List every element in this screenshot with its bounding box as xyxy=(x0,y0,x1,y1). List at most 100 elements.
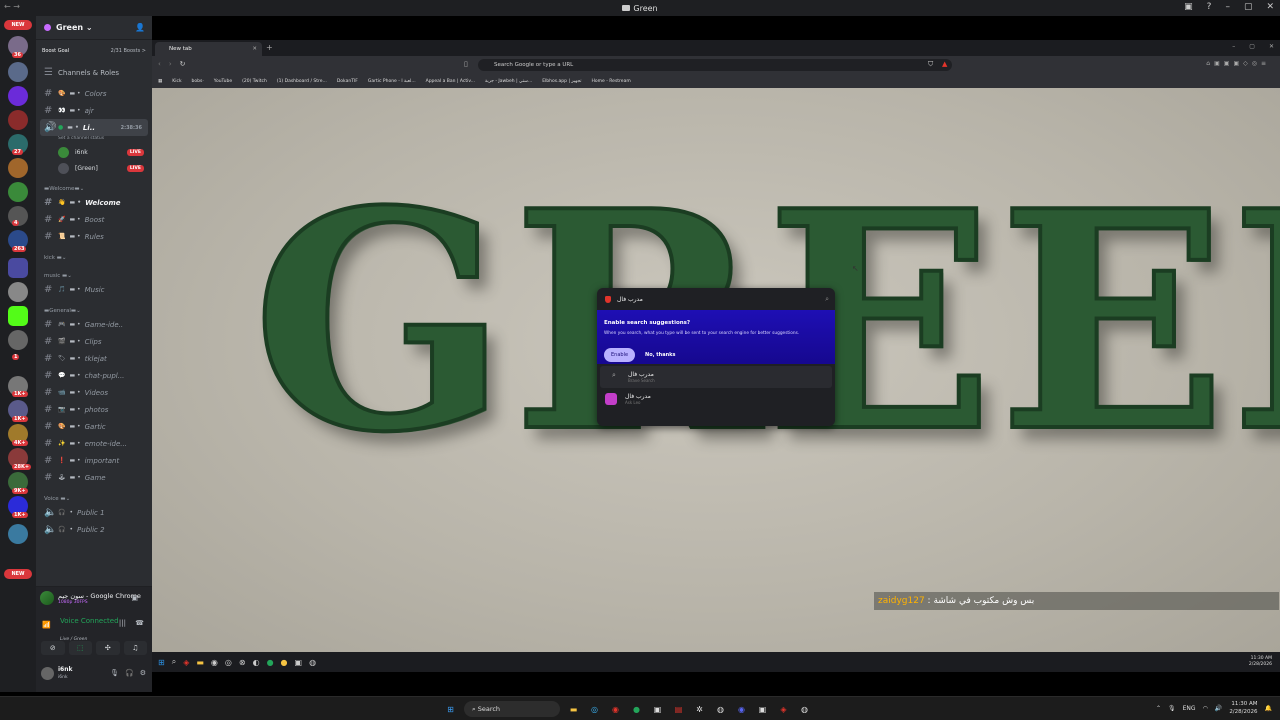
channel-rules[interactable]: # 📜 ▬ • Rules xyxy=(36,228,152,245)
bookmark-icon[interactable]: ▯ xyxy=(464,60,468,68)
address-bar[interactable]: Search Google or type a URL xyxy=(478,59,952,71)
help-icon[interactable]: ? xyxy=(1207,2,1212,12)
channel-general-item[interactable]: # 🕹 ▬ • Game xyxy=(36,469,152,486)
new-tab-icon[interactable]: + xyxy=(266,43,273,52)
voice-status[interactable]: 📶 Voice Connected Live / Green ||| ☎ xyxy=(36,609,152,642)
maximize-icon[interactable]: ▢ xyxy=(1249,43,1255,50)
channel-boost[interactable]: # 🚀 ▬ • Boost xyxy=(36,211,152,228)
minimize-button[interactable]: – xyxy=(1225,2,1230,12)
disconnect-icon[interactable]: ☎ xyxy=(135,619,144,627)
voice-channel-public1[interactable]: 🔈 🎧 • Public 1 xyxy=(36,504,152,521)
steam-icon[interactable]: ◍ xyxy=(797,702,812,717)
channel-status[interactable]: Set a channel status xyxy=(36,136,152,144)
bookmark-item[interactable]: جربة - Jawbeh | ستي... xyxy=(485,79,532,84)
chrome-icon[interactable]: ◉ xyxy=(608,702,623,717)
category-kick[interactable]: kick ▬⌄ xyxy=(36,249,152,263)
headphones-icon[interactable]: 🎧 xyxy=(125,669,134,677)
channel-music[interactable]: # 🎵 ▬ • Music xyxy=(36,281,152,298)
channel-general-item[interactable]: # 💬 ▬ • chat-pupl... xyxy=(36,367,152,384)
server-header[interactable]: Green ⌄ 👤 xyxy=(36,16,152,40)
forward-icon[interactable]: › xyxy=(169,60,172,68)
server-icon-green[interactable] xyxy=(8,182,28,202)
bookmark-item[interactable]: Appeal a Ban | Activ... xyxy=(426,79,475,84)
server-icon[interactable] xyxy=(8,330,28,350)
server-icon[interactable] xyxy=(8,62,28,82)
voice-user[interactable]: [Green] LIVE xyxy=(36,160,152,176)
kick-server-icon[interactable] xyxy=(8,306,28,326)
settings-icon[interactable]: ✲ xyxy=(692,702,707,717)
taskbar-clock[interactable]: 11:30 AM 2/28/2026 xyxy=(1229,700,1257,716)
server-icon[interactable] xyxy=(8,110,28,130)
omnibox-input[interactable]: مدرب فال ⌕ xyxy=(597,288,835,310)
user-panel[interactable]: i6nk i6nk 🎙 🎧 ⚙ xyxy=(36,663,152,683)
bookmark-item[interactable]: Kick xyxy=(172,79,181,84)
channel-general-item[interactable]: # 📷 ▬ • photos xyxy=(36,401,152,418)
suggestion-item[interactable]: ⌕ مدرب فال Brave Search xyxy=(600,366,832,388)
channel-general-item[interactable]: # ✨ ▬ • emote-ide... xyxy=(36,435,152,452)
server-icon[interactable] xyxy=(8,524,28,544)
file-explorer-icon[interactable]: ▬ xyxy=(566,702,581,717)
close-icon[interactable]: ✕ xyxy=(1269,43,1274,50)
obs-icon[interactable]: ◍ xyxy=(713,702,728,717)
voice-channel-public2[interactable]: 🔈 🎧 • Public 2 xyxy=(36,521,152,538)
bookmark-item[interactable]: (1) Dashboard / Stre... xyxy=(277,79,327,84)
stream-preview[interactable]: سون جيم - Google Chrome 1080p 30FPS ▣ xyxy=(36,587,152,609)
channel-general-item[interactable]: # 🎨 ▬ • Gartic xyxy=(36,418,152,435)
channel-general-item[interactable]: # ❗ ▬ • important xyxy=(36,452,152,469)
bookmark-item[interactable]: Gartic Phone - لعبة ا... xyxy=(368,79,416,84)
apps-icon[interactable]: ▦ xyxy=(158,79,162,84)
brave-icon[interactable]: ◈ xyxy=(776,702,791,717)
notification-icon[interactable]: 🔔 xyxy=(1265,705,1272,712)
bookmark-item[interactable]: Elbhos.app | تجهيز xyxy=(542,79,581,84)
browser-tab[interactable]: New tab ✕ xyxy=(155,42,262,56)
category-voice[interactable]: Voice ▬⌄ xyxy=(36,490,152,504)
brave-shield-icon[interactable]: ⛉ xyxy=(928,60,933,69)
mic-icon[interactable]: 🎙 xyxy=(110,669,119,677)
channel-colors[interactable]: # 🎨 ▬ • Colors xyxy=(36,85,152,102)
spotify-icon[interactable]: ● xyxy=(629,702,644,717)
volume-icon[interactable]: 🔊 xyxy=(1215,705,1222,712)
back-icon[interactable]: ‹ xyxy=(158,60,161,68)
server-icon[interactable] xyxy=(8,158,28,178)
stop-stream-icon[interactable]: ▣ xyxy=(131,594,138,602)
inbox-icon[interactable]: ▣ xyxy=(1184,2,1193,12)
news-icon[interactable]: ▤ xyxy=(671,702,686,717)
channel-ajr[interactable]: # 👀 ▬ • ajr xyxy=(36,102,152,119)
add-member-icon[interactable]: 👤 xyxy=(135,23,145,32)
voice-channel-live[interactable]: 🔊 ● ▬ • Li.. 2:38:36 xyxy=(40,119,148,136)
server-icon[interactable] xyxy=(8,258,28,278)
language-indicator[interactable]: ENG xyxy=(1183,705,1196,712)
discord-icon[interactable]: ◉ xyxy=(734,702,749,717)
category-music[interactable]: music ▬⌄ xyxy=(36,267,152,281)
chevron-up-icon[interactable]: ⌃ xyxy=(1156,705,1161,712)
bookmark-item[interactable]: YouTube xyxy=(214,79,232,84)
suggestion-item[interactable]: مدرب فال Ask Leo xyxy=(597,388,835,410)
server-icon[interactable] xyxy=(8,282,28,302)
edge-icon[interactable]: ◎ xyxy=(587,702,602,717)
channel-welcome[interactable]: # 👋 ▬ • Welcome xyxy=(36,194,152,211)
brave-rewards-icon[interactable]: ▲ xyxy=(942,60,947,68)
extension-icons[interactable]: ⌂▣▣▣◇◎≡ xyxy=(1206,60,1270,67)
close-tab-icon[interactable]: ✕ xyxy=(252,42,257,56)
taskbar-search[interactable]: ⌕ Search xyxy=(464,701,560,717)
app-icon[interactable]: ▣ xyxy=(755,702,770,717)
category-welcome[interactable]: ▬ Welcome ▬⌄ xyxy=(36,180,152,194)
noise-suppression-icon[interactable]: ||| xyxy=(119,619,126,627)
channels-roles[interactable]: ☰ Channels & Roles xyxy=(36,64,152,81)
channel-general-item[interactable]: # 🎮 ▬ • Game-ide.. xyxy=(36,316,152,333)
minimize-icon[interactable]: – xyxy=(1232,43,1235,50)
boost-goal[interactable]: Boost Goal 2/31 Boosts > xyxy=(42,44,146,58)
app-icon[interactable]: ▣ xyxy=(650,702,665,717)
start-button[interactable]: ⊞ xyxy=(443,702,458,717)
wifi-icon[interactable]: ◠ xyxy=(1203,705,1208,712)
server-icon[interactable] xyxy=(8,86,28,106)
reload-icon[interactable]: ↻ xyxy=(180,60,186,68)
bookmark-item[interactable]: Home - Restream xyxy=(591,79,630,84)
close-button[interactable]: ✕ xyxy=(1266,2,1274,12)
mic-icon[interactable]: 🎙 xyxy=(1168,705,1176,712)
channel-general-item[interactable]: # 📹 ▬ • Videos xyxy=(36,384,152,401)
gear-icon[interactable]: ⚙ xyxy=(140,669,146,677)
voice-user[interactable]: i6nk LIVE xyxy=(36,144,152,160)
channel-general-item[interactable]: # 🏷 ▬ • tklejat xyxy=(36,350,152,367)
bookmark-item[interactable]: (20) Twitch xyxy=(242,79,267,84)
